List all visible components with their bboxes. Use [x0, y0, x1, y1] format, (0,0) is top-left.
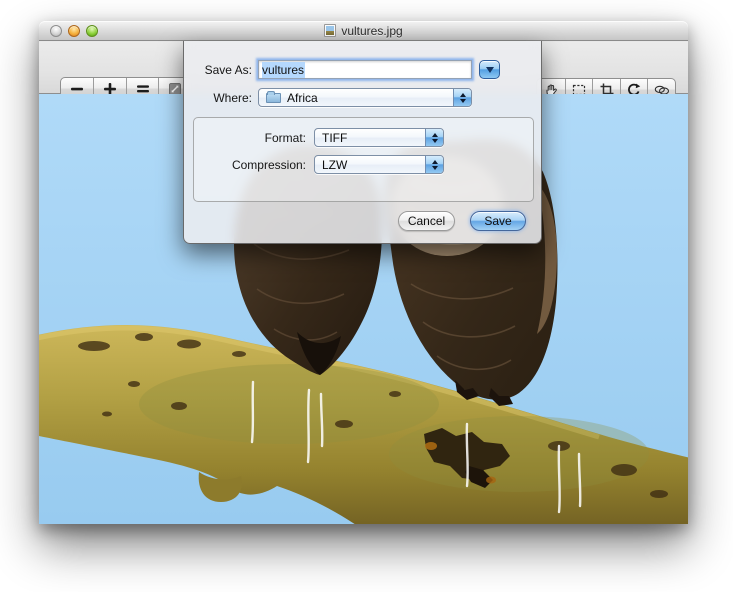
traffic-lights: [50, 25, 98, 37]
filename-input[interactable]: vultures: [258, 60, 472, 79]
where-label: Where:: [184, 91, 252, 105]
format-label: Format:: [194, 131, 306, 145]
disclosure-down-icon: [486, 67, 494, 73]
popup-stepper-icon: [425, 156, 443, 173]
screenshot-stage: vultures.jpg: [0, 0, 733, 592]
save-as-label: Save As:: [184, 63, 252, 77]
filename-selected-text: vultures: [262, 62, 305, 78]
document-icon: [324, 24, 336, 37]
cancel-button[interactable]: Cancel: [398, 211, 455, 231]
titlebar: vultures.jpg: [39, 21, 688, 41]
expand-sheet-button[interactable]: [479, 60, 500, 79]
save-sheet-dialog: Save As: vultures Where: Africa Format: …: [183, 41, 542, 244]
popup-stepper-icon: [425, 129, 443, 146]
format-popup[interactable]: TIFF: [314, 128, 444, 147]
minimize-button[interactable]: [68, 25, 80, 37]
save-button[interactable]: Save: [470, 211, 526, 231]
popup-stepper-icon: [453, 89, 471, 106]
format-value: TIFF: [322, 131, 347, 145]
window-title: vultures.jpg: [341, 24, 402, 38]
compression-popup[interactable]: LZW: [314, 155, 444, 174]
compression-label: Compression:: [184, 158, 306, 172]
where-value: Africa: [287, 91, 318, 105]
where-popup[interactable]: Africa: [258, 88, 472, 107]
close-button[interactable]: [50, 25, 62, 37]
folder-icon: [266, 93, 281, 103]
zoom-window-button[interactable]: [86, 25, 98, 37]
compression-value: LZW: [322, 158, 347, 172]
